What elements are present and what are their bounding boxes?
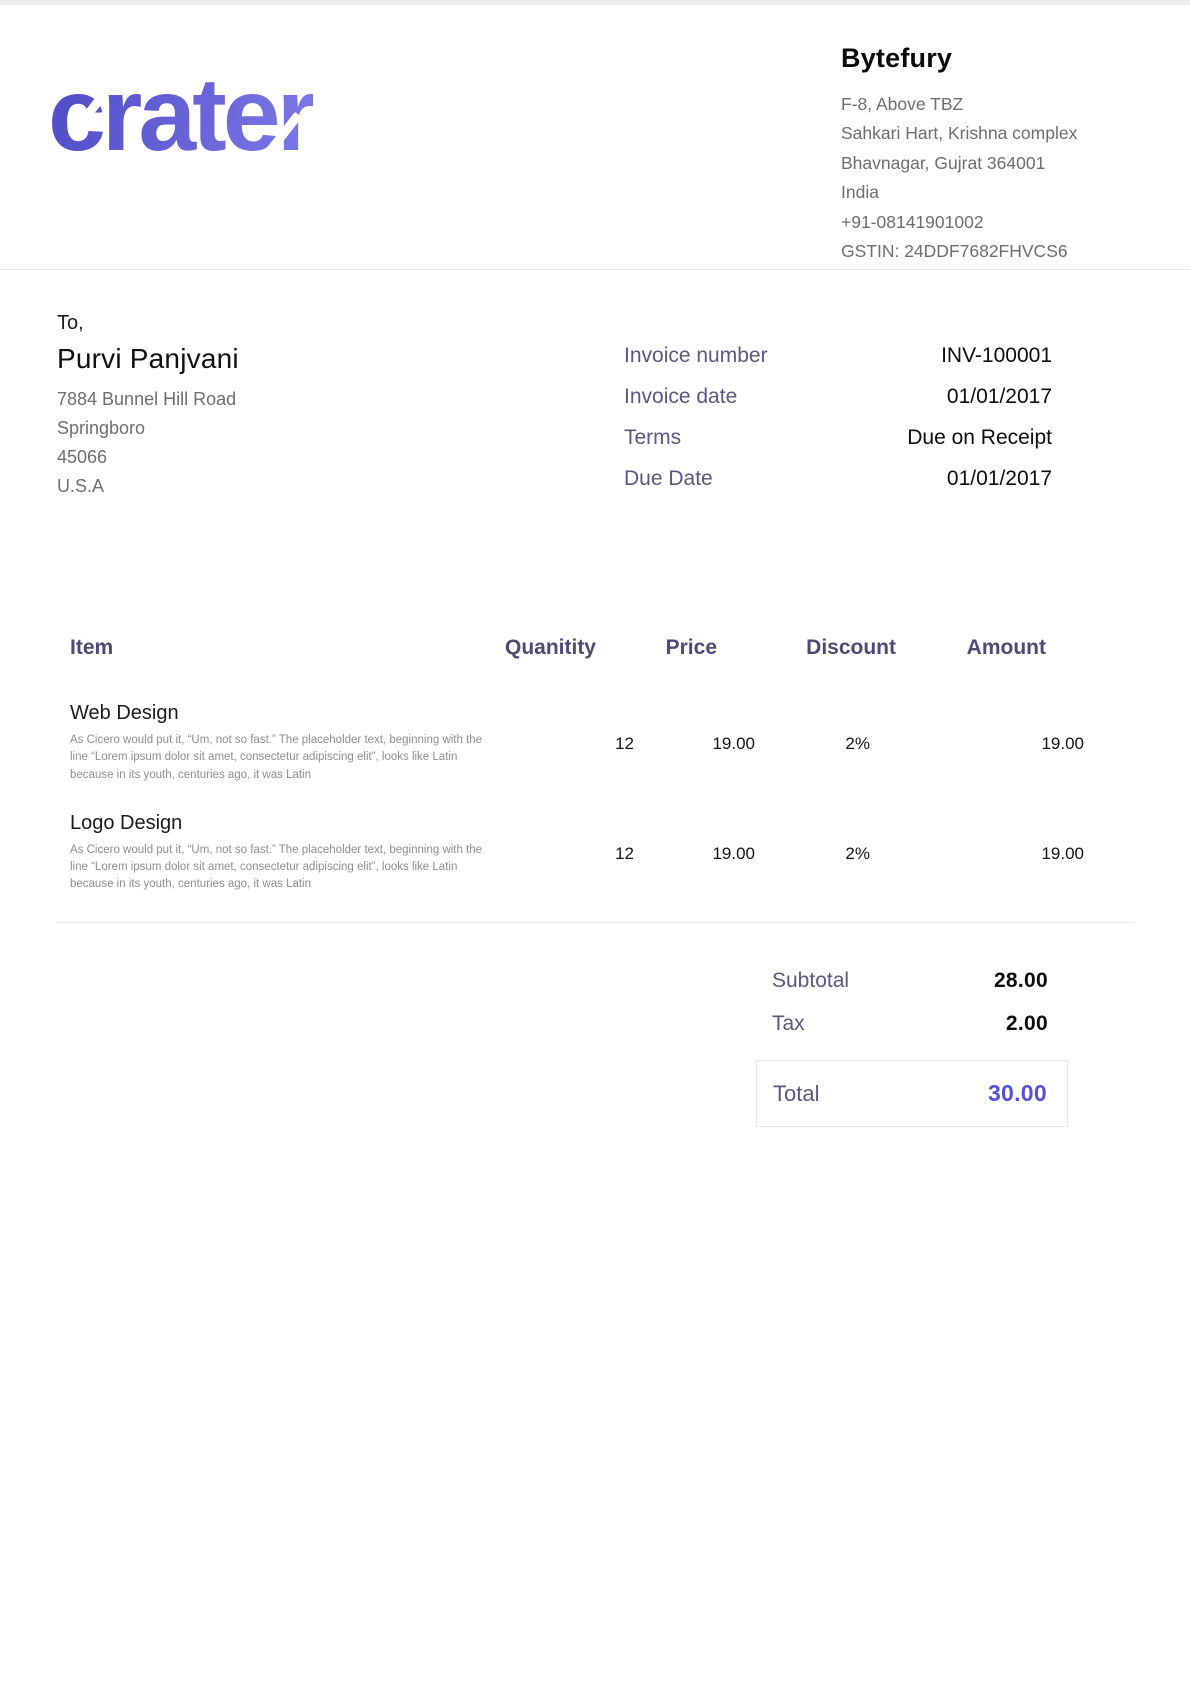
subtotal-value: 28.00: [994, 969, 1048, 993]
bill-to-label: To,: [57, 312, 239, 335]
company-info: Bytefury F-8, Above TBZ Sahkari Hart, Kr…: [841, 35, 1133, 266]
company-address-line: Sahkari Hart, Krishna complex: [841, 119, 1133, 148]
totals-section: Subtotal 28.00 Tax 2.00 Total 30.00: [756, 969, 1068, 1127]
column-header-discount: Discount: [717, 636, 896, 660]
customer-address: 7884 Bunnel Hill Road Springboro 45066 U…: [57, 385, 239, 502]
invoice-date-value: 01/01/2017: [947, 385, 1052, 409]
company-address-line: Bhavnagar, Gujrat 364001: [841, 149, 1133, 178]
column-header-price: Price: [596, 636, 717, 660]
column-header-amount: Amount: [896, 636, 1046, 660]
company-gstin: GSTIN: 24DDF7682FHVCS6: [841, 237, 1133, 266]
subtotal-label: Subtotal: [772, 969, 849, 993]
items-table-header: Item Quanitity Price Discount Amount: [70, 636, 1046, 660]
item-quantity: 12: [498, 702, 634, 784]
item-amount: 19.00: [934, 702, 1084, 784]
company-address: F-8, Above TBZ Sahkari Hart, Krishna com…: [841, 90, 1133, 266]
due-date-label: Due Date: [624, 467, 713, 491]
customer-address-line: U.S.A: [57, 472, 239, 501]
invoice-header: crater Bytefury F-8, Above TBZ Sahkari H…: [0, 5, 1190, 270]
item-price: 19.00: [634, 812, 755, 894]
company-name: Bytefury: [841, 43, 1133, 74]
total-box: Total 30.00: [756, 1060, 1068, 1127]
customer-address-line: 45066: [57, 443, 239, 472]
tax-row: Tax 2.00: [756, 1012, 1068, 1036]
column-header-item: Item: [70, 636, 460, 660]
item-name: Logo Design: [70, 812, 498, 835]
tax-label: Tax: [772, 1012, 805, 1036]
terms-row: Terms Due on Receipt: [624, 426, 1052, 450]
total-label: Total: [773, 1081, 819, 1107]
item-discount: 2%: [755, 702, 934, 784]
customer-address-line: 7884 Bunnel Hill Road: [57, 385, 239, 414]
tax-value: 2.00: [1006, 1012, 1048, 1036]
terms-label: Terms: [624, 426, 681, 450]
items-table: Item Quanitity Price Discount Amount Web…: [70, 636, 1046, 894]
customer-address-line: Springboro: [57, 414, 239, 443]
table-row: Web Design As Cicero would put it, “Um, …: [70, 702, 1046, 784]
table-bottom-divider: [57, 922, 1133, 923]
bill-to-block: To, Purvi Panjvani 7884 Bunnel Hill Road…: [57, 312, 239, 508]
invoice-meta: Invoice number INV-100001 Invoice date 0…: [624, 344, 1052, 508]
billing-section: To, Purvi Panjvani 7884 Bunnel Hill Road…: [0, 270, 1190, 508]
item-description: As Cicero would put it, “Um, not so fast…: [70, 842, 498, 894]
item-cell: Logo Design As Cicero would put it, “Um,…: [70, 812, 498, 894]
terms-value: Due on Receipt: [907, 426, 1052, 450]
due-date-value: 01/01/2017: [947, 467, 1052, 491]
item-cell: Web Design As Cicero would put it, “Um, …: [70, 702, 498, 784]
subtotal-row: Subtotal 28.00: [756, 969, 1068, 993]
table-row: Logo Design As Cicero would put it, “Um,…: [70, 812, 1046, 894]
crater-logo: crater: [48, 63, 313, 167]
company-phone: +91-08141901002: [841, 208, 1133, 237]
company-address-line: F-8, Above TBZ: [841, 90, 1133, 119]
invoice-date-label: Invoice date: [624, 385, 737, 409]
total-value: 30.00: [988, 1080, 1047, 1107]
customer-name: Purvi Panjvani: [57, 343, 239, 375]
invoice-number-label: Invoice number: [624, 344, 768, 368]
item-price: 19.00: [634, 702, 755, 784]
company-address-line: India: [841, 178, 1133, 207]
item-discount: 2%: [755, 812, 934, 894]
invoice-number-value: INV-100001: [941, 344, 1052, 368]
item-description: As Cicero would put it, “Um, not so fast…: [70, 732, 498, 784]
invoice-date-row: Invoice date 01/01/2017: [624, 385, 1052, 409]
item-amount: 19.00: [934, 812, 1084, 894]
item-name: Web Design: [70, 702, 498, 725]
due-date-row: Due Date 01/01/2017: [624, 467, 1052, 491]
invoice-number-row: Invoice number INV-100001: [624, 344, 1052, 368]
column-header-quantity: Quanitity: [460, 636, 596, 660]
item-quantity: 12: [498, 812, 634, 894]
